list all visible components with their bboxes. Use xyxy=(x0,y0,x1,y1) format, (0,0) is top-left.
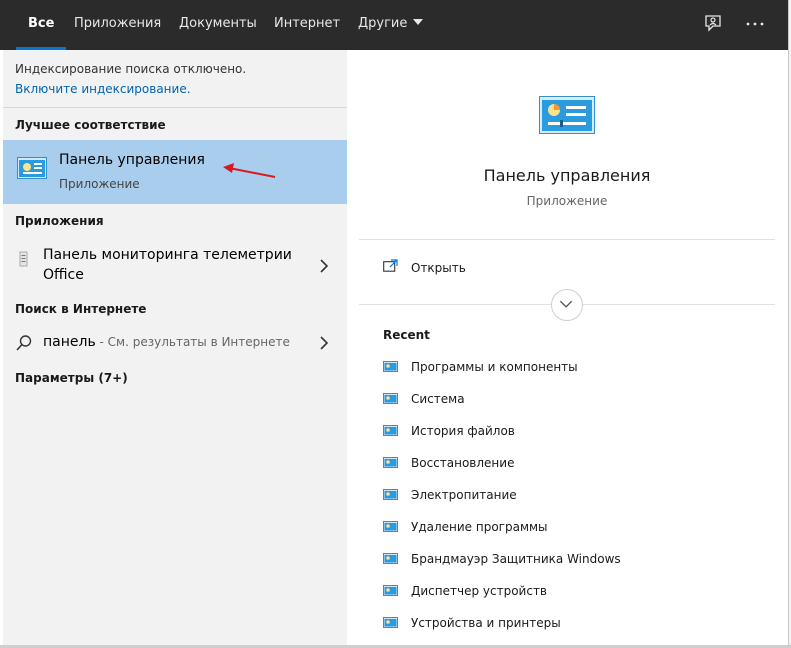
recent-item[interactable]: Диспетчер устройств xyxy=(383,581,763,605)
best-match-title: Панель управления xyxy=(59,152,205,168)
web-search-item[interactable]: панель - См. результаты в Интернете xyxy=(3,330,347,356)
more-options-icon[interactable] xyxy=(744,13,766,35)
recent-item-label: Устройства и принтеры xyxy=(411,616,561,630)
apps-header: Приложения xyxy=(15,214,104,228)
control-panel-icon xyxy=(383,617,398,628)
web-search-header: Поиск в Интернете xyxy=(15,302,147,316)
web-search-query: панель xyxy=(43,334,96,350)
chevron-down-icon xyxy=(413,19,424,25)
divider xyxy=(359,239,775,240)
recent-item[interactable]: Программы и компоненты xyxy=(383,357,763,381)
preview-panel: Панель управления Приложение Открыть Rec… xyxy=(359,63,775,645)
recent-item-label: Удаление программы xyxy=(411,520,548,534)
results-panel: Индексирование поиска отключено. Включит… xyxy=(3,50,347,645)
recent-item[interactable]: История файлов xyxy=(383,421,763,445)
control-panel-icon xyxy=(383,585,398,596)
control-panel-icon xyxy=(383,425,398,436)
tab-apps[interactable]: Приложения xyxy=(74,0,161,50)
chevron-down-icon xyxy=(559,300,573,308)
indexing-notice: Индексирование поиска отключено. xyxy=(15,62,247,76)
tab-more[interactable]: Другие xyxy=(358,0,424,50)
annotation-arrow-icon xyxy=(223,163,276,178)
tab-all[interactable]: Все xyxy=(16,0,67,50)
control-panel-icon xyxy=(383,489,398,500)
web-search-hint: - См. результаты в Интернете xyxy=(95,335,290,349)
recent-item-label: Электропитание xyxy=(411,488,517,502)
open-action[interactable]: Открыть xyxy=(359,253,775,287)
best-match-item[interactable]: Панель управления Приложение xyxy=(3,140,347,204)
recent-item[interactable]: Брандмауэр Защитника Windows xyxy=(383,549,763,573)
tab-more-label: Другие xyxy=(358,16,408,31)
recent-item-label: История файлов xyxy=(411,424,515,438)
chevron-right-icon[interactable] xyxy=(319,259,329,273)
recent-item-label: Система xyxy=(411,392,465,406)
recent-item[interactable]: Восстановление xyxy=(383,453,763,477)
recent-header: Recent xyxy=(383,328,430,342)
control-panel-icon xyxy=(383,393,398,404)
recent-item[interactable]: Электропитание xyxy=(383,485,763,509)
preview-subtitle: Приложение xyxy=(526,194,608,208)
best-match-header: Лучшее соответствие xyxy=(15,118,166,132)
control-panel-icon xyxy=(383,553,398,564)
search-scope-tabbar: Все Приложения Документы Интернет Другие xyxy=(0,0,788,50)
settings-header[interactable]: Параметры (7+) xyxy=(15,371,128,385)
control-panel-icon xyxy=(383,521,398,532)
open-icon xyxy=(383,259,398,272)
recent-item[interactable]: Система xyxy=(383,389,763,413)
recent-item-label: Восстановление xyxy=(411,456,515,470)
control-panel-icon xyxy=(17,157,47,179)
recent-item[interactable]: Устройства и принтеры xyxy=(383,613,763,637)
control-panel-icon xyxy=(383,361,398,372)
control-panel-icon xyxy=(383,457,398,468)
app-result-item[interactable]: Панель мониторинга телеметрии Office xyxy=(3,242,347,290)
recent-item-label: Программы и компоненты xyxy=(411,360,578,374)
chevron-right-icon[interactable] xyxy=(319,336,329,350)
recent-item-label: Диспетчер устройств xyxy=(411,584,548,598)
preview-title: Панель управления xyxy=(483,166,651,185)
tab-web[interactable]: Интернет xyxy=(274,0,340,50)
feedback-icon[interactable] xyxy=(702,13,724,35)
best-match-subtitle: Приложение xyxy=(59,177,140,191)
divider xyxy=(3,107,347,108)
open-label: Открыть xyxy=(411,261,466,275)
enable-indexing-link[interactable]: Включите индексирование. xyxy=(15,82,191,96)
search-icon xyxy=(16,335,32,351)
tab-documents[interactable]: Документы xyxy=(179,0,257,50)
expand-button[interactable] xyxy=(551,289,583,321)
recent-item-label: Брандмауэр Защитника Windows xyxy=(411,552,621,566)
recent-item[interactable]: Удаление программы xyxy=(383,517,763,541)
office-telemetry-icon xyxy=(19,251,28,267)
app-result-title: Панель мониторинга телеметрии Office xyxy=(43,247,292,283)
control-panel-large-icon xyxy=(539,96,595,134)
